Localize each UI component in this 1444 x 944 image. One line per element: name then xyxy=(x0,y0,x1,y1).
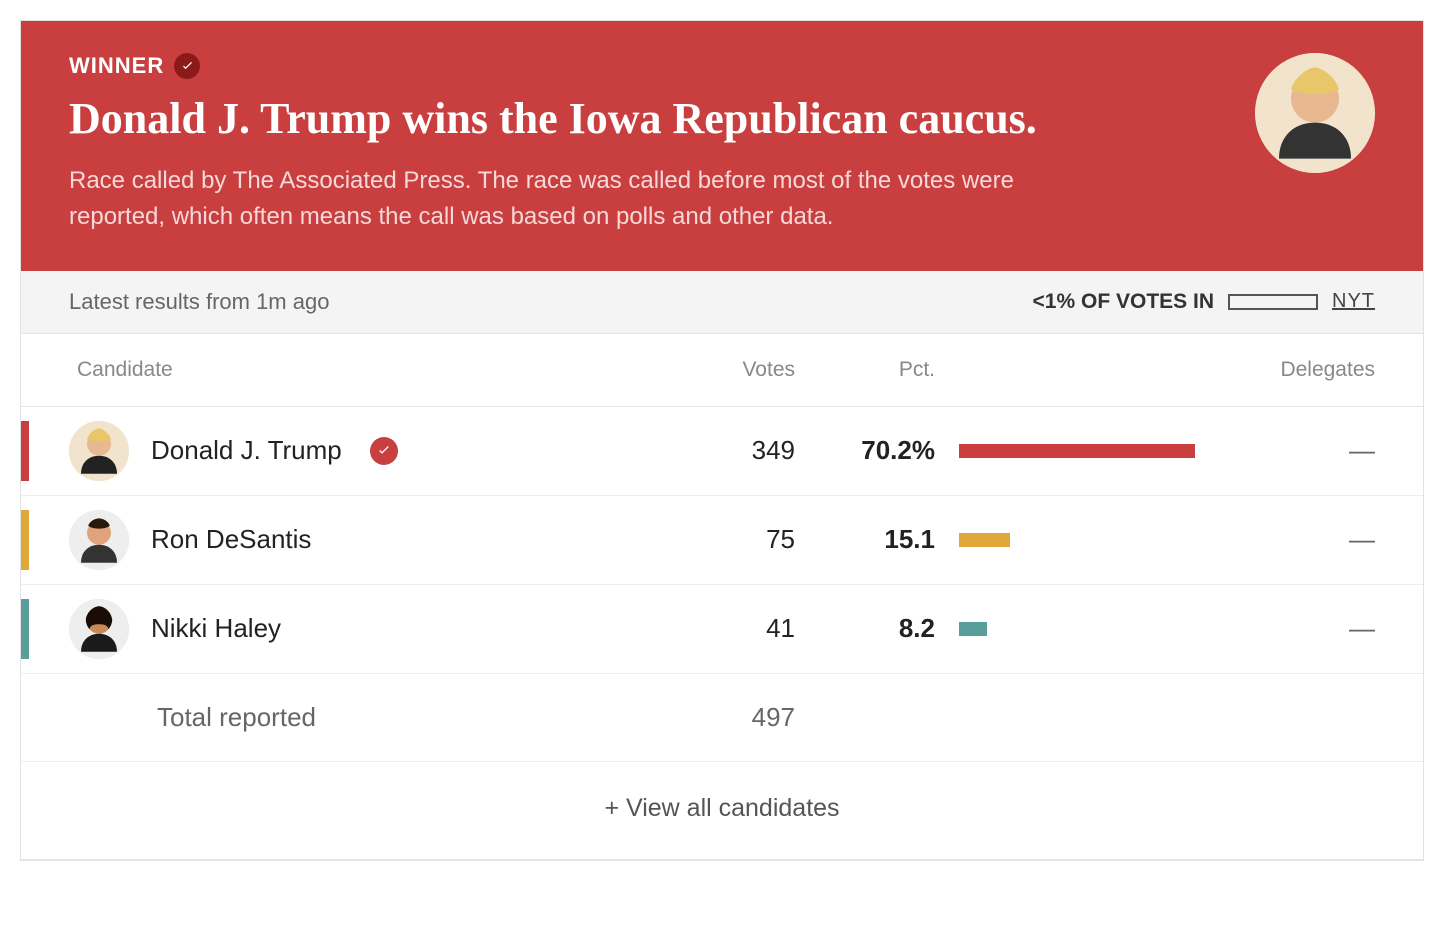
pct-value: 15.1 xyxy=(795,524,935,555)
source-link[interactable]: NYT xyxy=(1332,290,1375,313)
candidate-cell: Donald J. Trump xyxy=(29,421,615,481)
results-card: WINNER Donald J. Trump wins the Iowa Rep… xyxy=(20,20,1424,861)
candidate-name: Ron DeSantis xyxy=(151,524,311,555)
col-pct: Pct. xyxy=(795,358,935,382)
view-all-candidates-button[interactable]: + View all candidates xyxy=(21,762,1423,860)
candidate-row: Nikki Haley 41 8.2 — xyxy=(21,585,1423,674)
candidate-name: Donald J. Trump xyxy=(151,435,342,466)
percent-votes-in: <1% OF VOTES IN xyxy=(1033,290,1214,314)
headline: Donald J. Trump wins the Iowa Republican… xyxy=(69,93,1215,145)
pct-value: 70.2% xyxy=(795,435,935,466)
candidate-cell: Ron DeSantis xyxy=(29,510,615,570)
delegates-value: — xyxy=(1195,613,1375,644)
pct-bar-cell xyxy=(935,444,1195,458)
pct-value: 8.2 xyxy=(795,613,935,644)
banner-text-block: WINNER Donald J. Trump wins the Iowa Rep… xyxy=(69,53,1255,235)
candidate-name: Nikki Haley xyxy=(151,613,281,644)
total-value: 497 xyxy=(615,702,795,733)
table-header: Candidate Votes Pct. Delegates xyxy=(21,334,1423,407)
votes-value: 41 xyxy=(615,613,795,644)
winner-label-row: WINNER xyxy=(69,53,1215,79)
progress-bar-icon xyxy=(1228,294,1318,310)
votes-value: 349 xyxy=(615,435,795,466)
row-stripe xyxy=(21,510,29,570)
winner-banner: WINNER Donald J. Trump wins the Iowa Rep… xyxy=(21,21,1423,271)
pct-bar xyxy=(959,622,987,636)
col-votes: Votes xyxy=(615,358,795,382)
row-stripe xyxy=(21,421,29,481)
winner-check-icon xyxy=(370,437,398,465)
pct-bar xyxy=(959,444,1195,458)
delegates-value: — xyxy=(1195,524,1375,555)
winner-label: WINNER xyxy=(69,53,164,79)
total-row: Total reported 497 xyxy=(21,674,1423,762)
pct-bar-cell xyxy=(935,533,1195,547)
delegates-value: — xyxy=(1195,435,1375,466)
votes-value: 75 xyxy=(615,524,795,555)
candidate-avatar xyxy=(69,421,129,481)
votes-in-block: <1% OF VOTES IN NYT xyxy=(1033,290,1375,314)
winner-check-icon xyxy=(174,53,200,79)
candidate-avatar xyxy=(69,599,129,659)
pct-bar-cell xyxy=(935,622,1195,636)
candidate-row: Ron DeSantis 75 15.1 — xyxy=(21,496,1423,585)
candidate-avatar xyxy=(69,510,129,570)
status-bar: Latest results from 1m ago <1% OF VOTES … xyxy=(21,271,1423,334)
candidate-row: Donald J. Trump 349 70.2% — xyxy=(21,407,1423,496)
row-stripe xyxy=(21,599,29,659)
total-label: Total reported xyxy=(29,702,615,733)
winner-photo xyxy=(1255,53,1375,173)
candidate-cell: Nikki Haley xyxy=(29,599,615,659)
pct-bar xyxy=(959,533,1010,547)
col-delegates: Delegates xyxy=(1195,358,1375,382)
col-candidate: Candidate xyxy=(29,358,615,382)
latest-results-text: Latest results from 1m ago xyxy=(69,289,329,315)
subtext: Race called by The Associated Press. The… xyxy=(69,163,1089,235)
